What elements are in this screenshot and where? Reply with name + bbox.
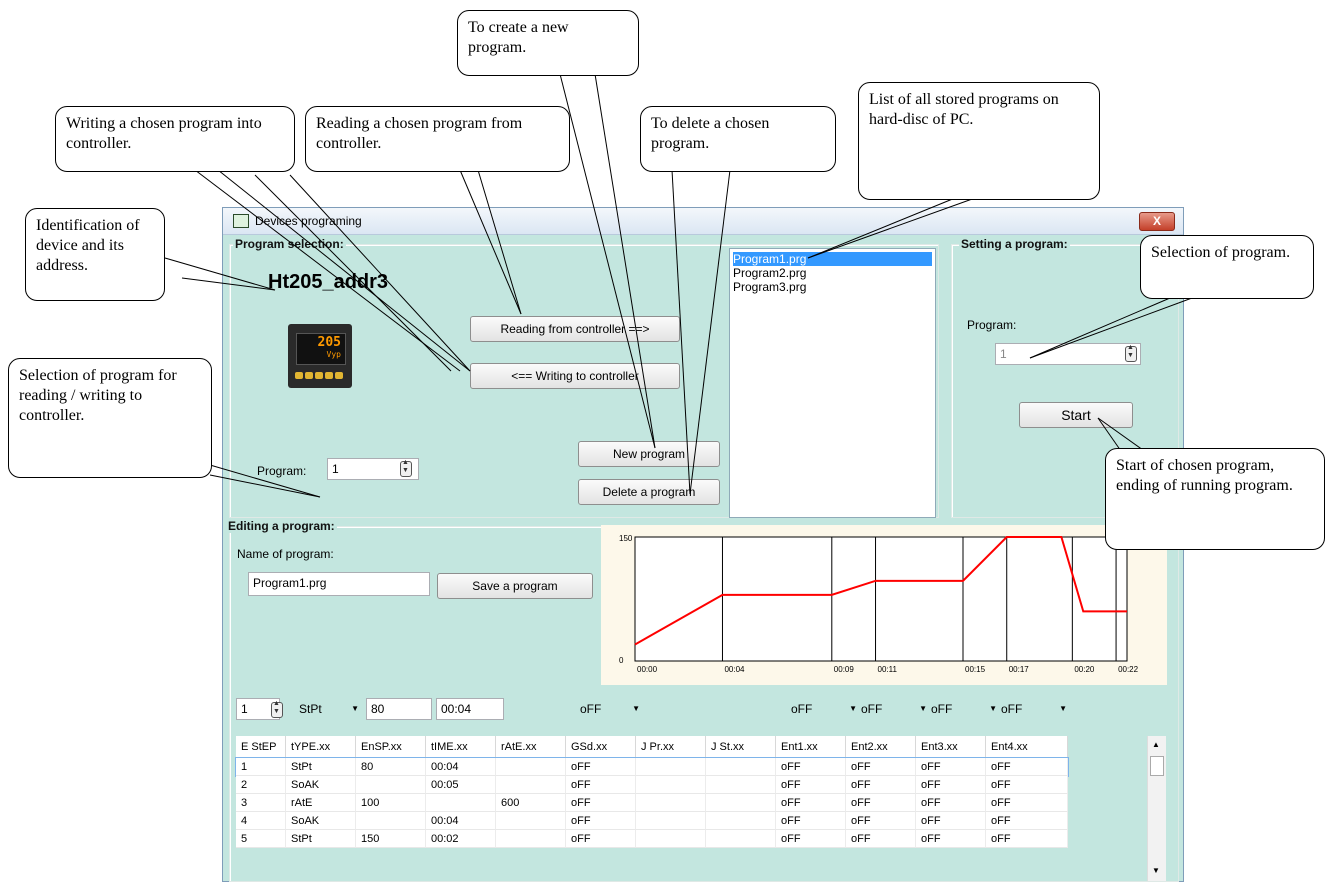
callout-reading: Reading a chosen program from controller… <box>305 106 570 172</box>
callout-identification: Identification of device and its address… <box>25 208 165 301</box>
callout-writing: Writing a chosen program into controller… <box>55 106 295 172</box>
callout-selection: Selection of program. <box>1140 235 1314 299</box>
callout-create: To create a new program. <box>457 10 639 76</box>
callout-list: List of all stored programs on hard-disc… <box>858 82 1100 200</box>
callout-delete: To delete a chosen program. <box>640 106 836 172</box>
callout-selection-rw: Selection of program for reading / writi… <box>8 358 212 478</box>
callout-start: Start of chosen program, ending of runni… <box>1105 448 1325 550</box>
